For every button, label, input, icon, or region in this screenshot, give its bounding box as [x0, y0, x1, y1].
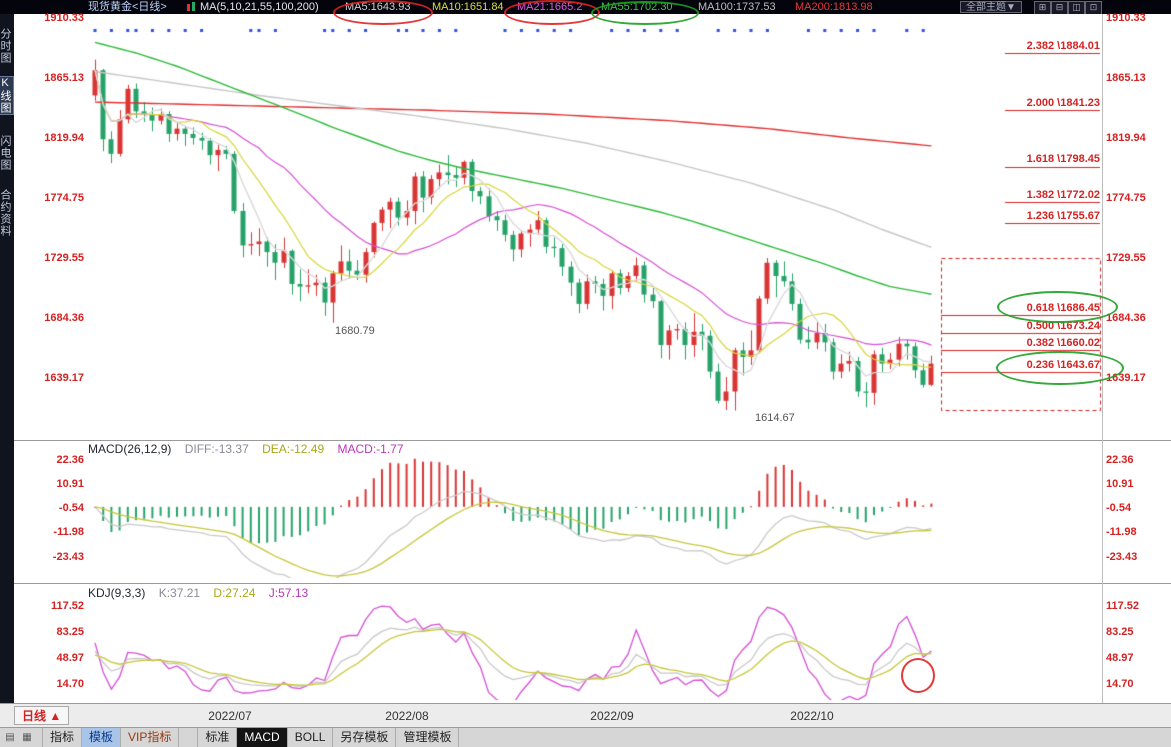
- ma55-value: MA55:1702.30: [601, 1, 673, 13]
- macd-axis-label: -11.98: [28, 526, 84, 538]
- ma-params-label: MA(5,10,21,55,100,200): [200, 1, 319, 13]
- layout-grid-icon[interactable]: ⊞: [1034, 1, 1051, 15]
- macd-axis-label: -23.43: [1106, 551, 1168, 563]
- fib-level-label[interactable]: 1.382 \1772.02: [980, 189, 1100, 201]
- price-axis-label: 1729.55: [28, 252, 84, 264]
- axis-separator: [1102, 14, 1103, 703]
- macd-axis-label: -0.54: [1106, 502, 1168, 514]
- ma5-value: MA5:1643.93: [345, 1, 410, 13]
- symbol-title[interactable]: 现货黄金<日线>: [88, 1, 167, 13]
- date-label: 2022/08: [385, 709, 428, 723]
- kdj-title: KDJ(9,3,3): [88, 586, 145, 600]
- macd-axis-label: -23.43: [28, 551, 84, 563]
- price-axis-label: 1684.36: [1106, 312, 1168, 324]
- period-tab-daily[interactable]: 日线 ▲: [14, 706, 69, 725]
- fib-level-label[interactable]: 2.000 \1841.23: [980, 97, 1100, 109]
- macd-axis-label: 10.91: [1106, 478, 1168, 490]
- ma10-value: MA10:1651.84: [432, 1, 504, 13]
- sidebar-item-lightning[interactable]: 闪电图: [0, 135, 13, 171]
- left-rail: 分时图 K线图 闪电图 合约资料: [0, 14, 14, 703]
- indicator-icon: [186, 2, 197, 12]
- date-axis-strip: 日线 ▲ 2022/07 2022/08 2022/09 2022/10: [0, 703, 1171, 727]
- macd-axis-label: 22.36: [1106, 454, 1168, 466]
- kdj-axis-label: 117.52: [28, 600, 84, 612]
- price-axis-label: 1865.13: [1106, 72, 1168, 84]
- trading-app: 现货黄金<日线> MA(5,10,21,55,100,200) MA5:1643…: [0, 0, 1171, 747]
- fib-level-label[interactable]: 0.236 \1643.67: [980, 359, 1100, 371]
- toolbar-button-save-template[interactable]: 另存模板: [333, 728, 396, 747]
- date-label: 2022/07: [208, 709, 251, 723]
- macd-title: MACD(26,12,9): [88, 442, 171, 456]
- fib-level-label[interactable]: 0.618 \1686.45: [980, 302, 1100, 314]
- date-label: 2022/09: [590, 709, 633, 723]
- macd-axis-label: -11.98: [1106, 526, 1168, 538]
- toolbar-button-manage-templates[interactable]: 管理模板: [396, 728, 459, 747]
- price-axis-label: 1865.13: [28, 72, 84, 84]
- macd-header: MACD(26,12,9) DIFF:-13.37 DEA:-12.49 MAC…: [88, 442, 414, 456]
- low-price-annotation: 1680.79: [335, 325, 375, 337]
- list-view-icon[interactable]: ▤: [3, 732, 17, 743]
- price-axis-label: 1639.17: [1106, 372, 1168, 384]
- price-axis-label: 1910.33: [28, 12, 84, 24]
- toolbar-button-template[interactable]: 模板: [82, 728, 121, 747]
- period-label: 日线: [22, 709, 46, 723]
- toolbar-button-boll[interactable]: BOLL: [288, 728, 334, 747]
- price-axis-label: 1819.94: [28, 132, 84, 144]
- layout-frame-icon[interactable]: ⊡: [1085, 1, 1102, 15]
- topbar: 现货黄金<日线> MA(5,10,21,55,100,200) MA5:1643…: [0, 0, 1171, 14]
- layout-single-icon[interactable]: ⊟: [1051, 1, 1068, 15]
- low-price-annotation: 1614.67: [755, 412, 795, 424]
- toolbar-button-vip-indicators[interactable]: VIP指标: [121, 728, 179, 747]
- toolbar-spacer: [179, 728, 197, 747]
- bottom-toolbar: ▤ ▦ 指标 模板 VIP指标 标准 MACD BOLL 另存模板 管理模板: [0, 727, 1171, 747]
- toolbar-button-macd[interactable]: MACD: [237, 728, 287, 747]
- grid-view-icon[interactable]: ▦: [20, 732, 34, 743]
- price-axis-label: 1774.75: [1106, 192, 1168, 204]
- panel-separator: [14, 583, 1171, 584]
- layout-split-icon[interactable]: ◫: [1068, 1, 1085, 15]
- theme-selector-button[interactable]: 全部主题▼: [960, 1, 1022, 13]
- kdj-axis-label: 14.70: [1106, 678, 1168, 690]
- kdj-axis-label: 117.52: [1106, 600, 1168, 612]
- chevron-up-icon: ▲: [49, 709, 61, 723]
- ma200-value: MA200:1813.98: [795, 1, 873, 13]
- kdj-axis-label: 14.70: [28, 678, 84, 690]
- toolbar-button-indicators[interactable]: 指标: [42, 728, 82, 747]
- price-axis-label: 1910.33: [1106, 12, 1168, 24]
- kdj-axis-label: 83.25: [28, 626, 84, 638]
- kdj-axis-label: 48.97: [28, 652, 84, 664]
- macd-axis-label: 22.36: [28, 454, 84, 466]
- ma100-value: MA100:1737.53: [698, 1, 776, 13]
- fib-level-label[interactable]: 1.618 \1798.45: [980, 153, 1100, 165]
- macd-axis-label: 10.91: [28, 478, 84, 490]
- kdj-d-value: D:27.24: [213, 586, 255, 600]
- macd-axis-label: -0.54: [28, 502, 84, 514]
- macd-dea-value: DEA:-12.49: [262, 442, 324, 456]
- sidebar-item-timeshare[interactable]: 分时图: [0, 28, 13, 64]
- date-label: 2022/10: [790, 709, 833, 723]
- price-axis-label: 1684.36: [28, 312, 84, 324]
- price-axis-label: 1819.94: [1106, 132, 1168, 144]
- toolbar-button-standard[interactable]: 标准: [197, 728, 237, 747]
- fib-level-label[interactable]: 0.382 \1660.02: [980, 337, 1100, 349]
- price-axis-label: 1639.17: [28, 372, 84, 384]
- fib-level-label[interactable]: 2.382 \1884.01: [980, 40, 1100, 52]
- macd-value: MACD:-1.77: [337, 442, 403, 456]
- panel-separator: [14, 440, 1171, 441]
- kdj-axis-label: 83.25: [1106, 626, 1168, 638]
- price-axis-label: 1729.55: [1106, 252, 1168, 264]
- ma21-value: MA21:1665.2: [517, 1, 582, 13]
- kdj-j-value: J:57.13: [269, 586, 308, 600]
- sidebar-item-contract-info[interactable]: 合约资料: [0, 189, 13, 237]
- fib-level-label[interactable]: 0.500 \1673.24: [980, 320, 1100, 332]
- sidebar-item-kline[interactable]: K线图: [0, 77, 13, 114]
- kdj-axis-label: 48.97: [1106, 652, 1168, 664]
- kdj-header: KDJ(9,3,3) K:37.21 D:27.24 J:57.13: [88, 586, 318, 600]
- fib-level-label[interactable]: 1.236 \1755.67: [980, 210, 1100, 222]
- kdj-k-value: K:37.21: [159, 586, 200, 600]
- price-axis-label: 1774.75: [28, 192, 84, 204]
- macd-diff-value: DIFF:-13.37: [185, 442, 249, 456]
